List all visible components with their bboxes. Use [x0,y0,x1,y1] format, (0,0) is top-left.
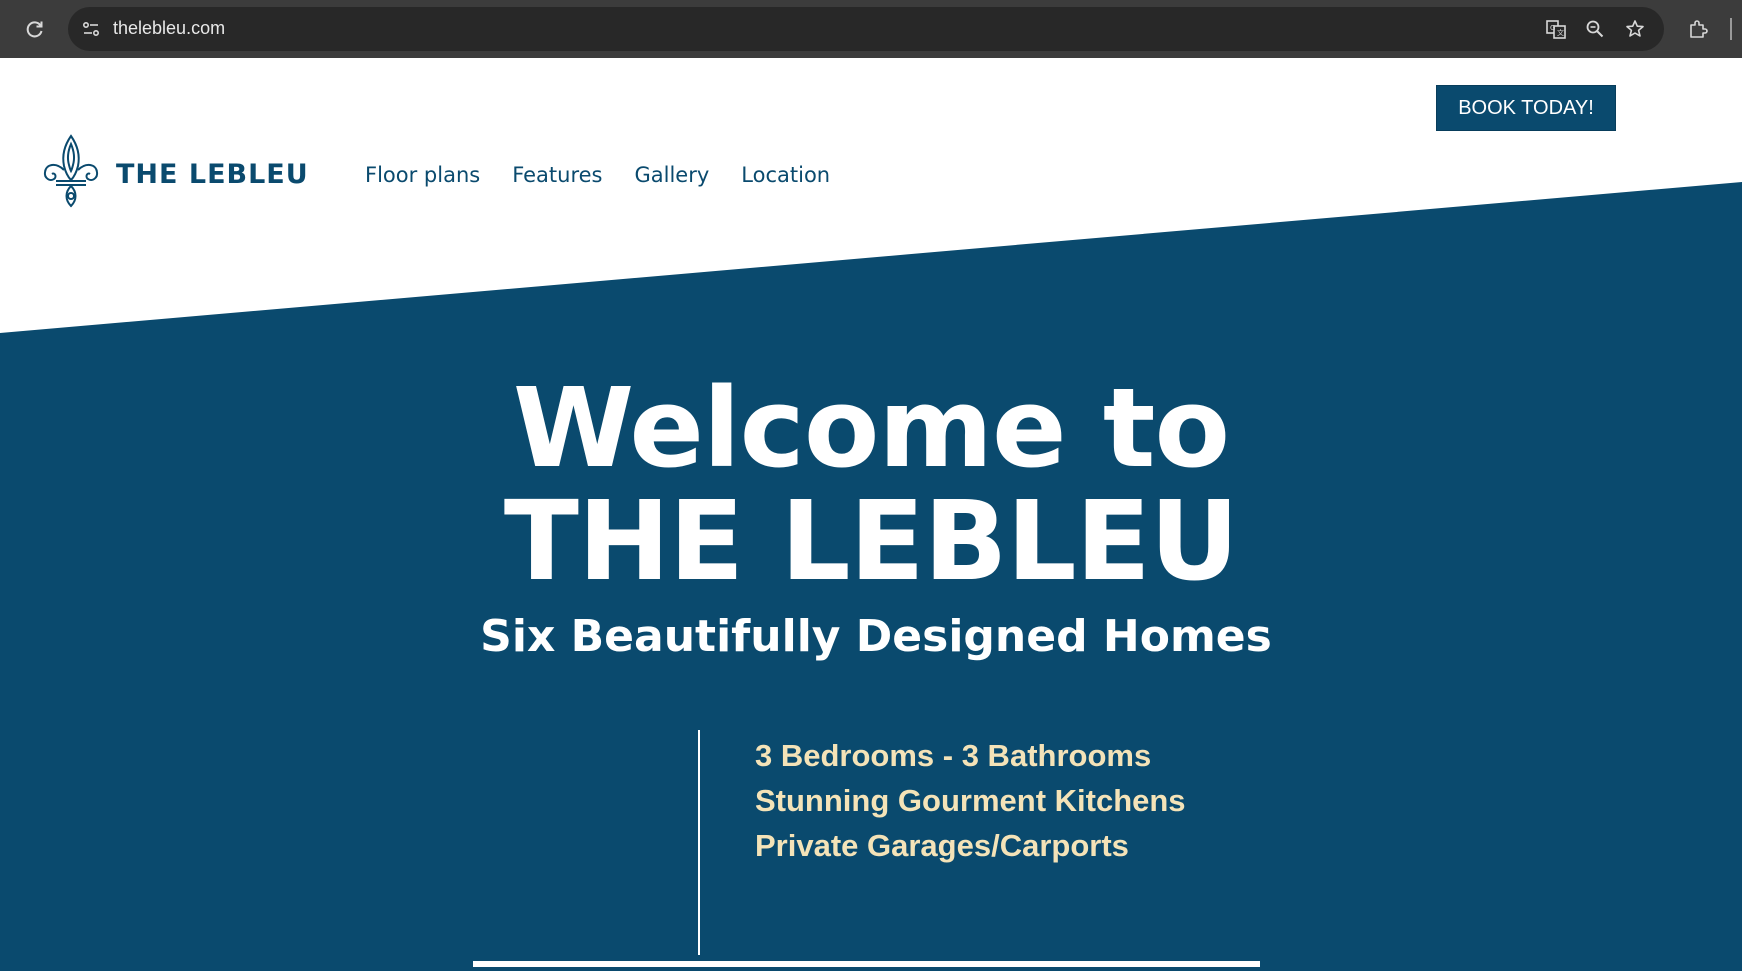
translate-icon[interactable]: G 文 [1543,16,1569,42]
toolbar-separator [1730,18,1732,40]
vertical-divider [698,730,700,955]
hero-title-line1: Welcome to [512,364,1230,492]
url-text[interactable]: thelebleu.com [113,18,225,39]
fleur-de-lis-logo-icon[interactable] [42,134,100,208]
svg-text:文: 文 [1557,28,1564,37]
hero-title-line2: THE LEBLEU [503,477,1239,605]
nav-gallery[interactable]: Gallery [635,163,710,187]
bookmark-star-icon[interactable] [1622,16,1648,42]
feature-item: Private Garages/Carports [755,828,1129,863]
extensions-icon[interactable] [1685,16,1711,42]
nav-floor-plans[interactable]: Floor plans [365,163,480,187]
hero-subtitle: Six Beautifully Designed Homes [480,611,1272,662]
browser-toolbar: thelebleu.com G 文 [0,0,1742,58]
reload-icon[interactable] [22,16,48,42]
feature-item: Stunning Gourment Kitchens [755,783,1186,818]
svg-text:G: G [1550,24,1555,32]
horizontal-divider [473,961,1260,967]
site-brand-name[interactable]: THE LEBLEU [116,159,309,190]
site-info-icon[interactable] [78,16,104,42]
book-today-button[interactable]: BOOK TODAY! [1436,85,1616,131]
address-bar[interactable]: thelebleu.com G 文 [68,7,1664,51]
feature-item: 3 Bedrooms - 3 Bathrooms [755,738,1152,773]
zoom-icon[interactable] [1582,16,1608,42]
nav-location[interactable]: Location [741,163,830,187]
feature-list: 3 Bedrooms - 3 Bathrooms Stunning Gourme… [755,733,1186,868]
web-page: BOOK TODAY! THE LEBLEU Floor plans Featu… [0,58,1742,971]
main-nav: Floor plans Features Gallery Location [365,163,830,187]
nav-features[interactable]: Features [512,163,602,187]
